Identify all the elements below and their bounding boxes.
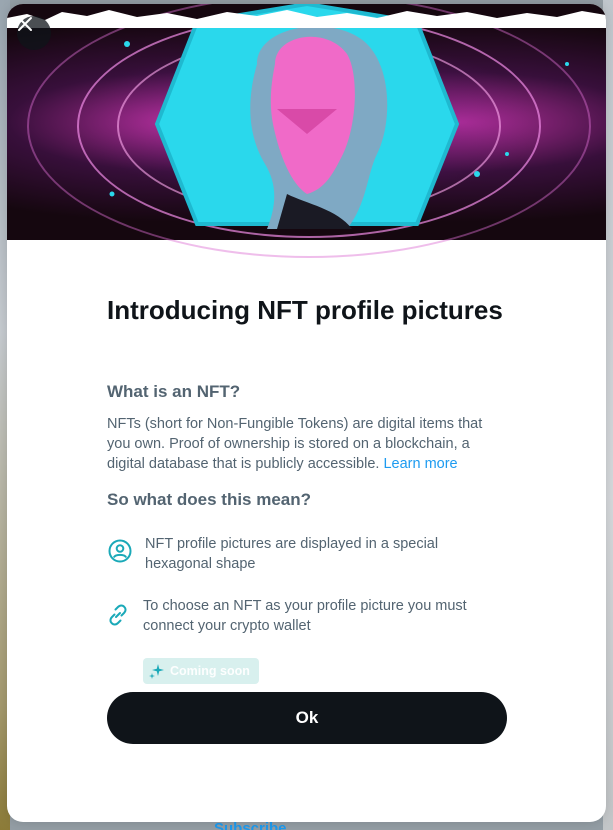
feature-hexagon-text: NFT profile pictures are displayed in a … <box>145 536 439 572</box>
nft-intro-modal: Introducing NFT profile pictures What is… <box>7 4 606 822</box>
feature-crypto-wallet-text: To choose an NFT as your profile picture… <box>143 598 467 634</box>
coming-soon-label: Coming soon <box>170 664 250 678</box>
link-icon <box>109 604 127 626</box>
learn-more-link[interactable]: Learn more <box>383 456 457 472</box>
profile-hexagon-icon <box>108 539 132 563</box>
section-what-is-nft-body: NFTs (short for Non-Fungible Tokens) are… <box>107 414 507 474</box>
torn-paper-edge <box>7 10 606 28</box>
section-meaning-heading: So what does this mean? <box>107 490 312 509</box>
close-icon <box>18 17 32 31</box>
coming-soon-badge: Coming soon <box>143 658 259 684</box>
hero-illustration <box>7 4 606 258</box>
section-what-is-nft-heading: What is an NFT? <box>107 382 241 401</box>
modal-content: Introducing NFT profile pictures What is… <box>107 294 507 684</box>
ok-button[interactable]: Ok <box>107 692 507 744</box>
sparkle-icon <box>149 664 164 679</box>
modal-title: Introducing NFT profile pictures <box>107 295 503 325</box>
nft-hexagon-head-art <box>109 4 569 229</box>
close-button[interactable] <box>17 16 51 50</box>
